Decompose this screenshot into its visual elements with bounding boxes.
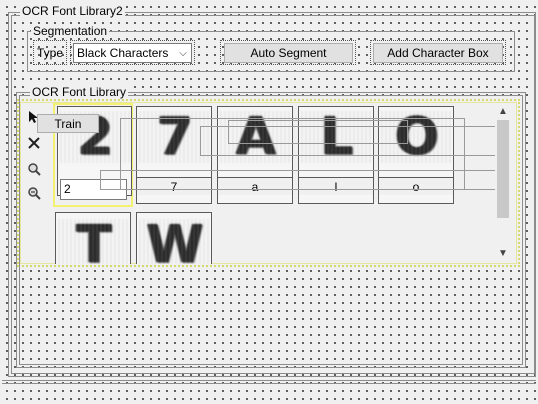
zoom-out-icon[interactable]: [27, 186, 41, 200]
scroll-up-icon[interactable]: ▲: [495, 104, 511, 120]
type-select[interactable]: Black Characters ⌵: [73, 43, 192, 63]
train-button[interactable]: Train: [37, 114, 99, 133]
scroll-thumb[interactable]: [497, 120, 509, 218]
delete-icon[interactable]: [27, 136, 41, 150]
window-frame-bottom: [2, 380, 536, 384]
auto-segment-button[interactable]: Auto Segment: [224, 43, 353, 63]
add-character-box-button[interactable]: Add Character Box: [373, 43, 503, 63]
library-title: OCR Font Library: [30, 85, 129, 99]
char-box-7[interactable]: W: [136, 212, 212, 264]
segmentation-title: Segmentation: [31, 24, 110, 38]
type-select-value: Black Characters: [77, 46, 169, 60]
char-glyph: T: [56, 219, 130, 264]
type-label: Type: [37, 46, 64, 60]
segment-box: [228, 120, 408, 144]
chevron-down-icon: ⌵: [179, 47, 187, 59]
char-box-6[interactable]: T: [55, 212, 131, 264]
zoom-in-icon[interactable]: [27, 162, 41, 176]
window-title: OCR Font Library2: [20, 4, 125, 18]
segment-box: [100, 170, 510, 190]
scroll-down-icon[interactable]: ▼: [495, 246, 511, 262]
library-scrollbar[interactable]: ▲ ▼: [495, 104, 511, 262]
char-glyph: W: [137, 219, 211, 264]
